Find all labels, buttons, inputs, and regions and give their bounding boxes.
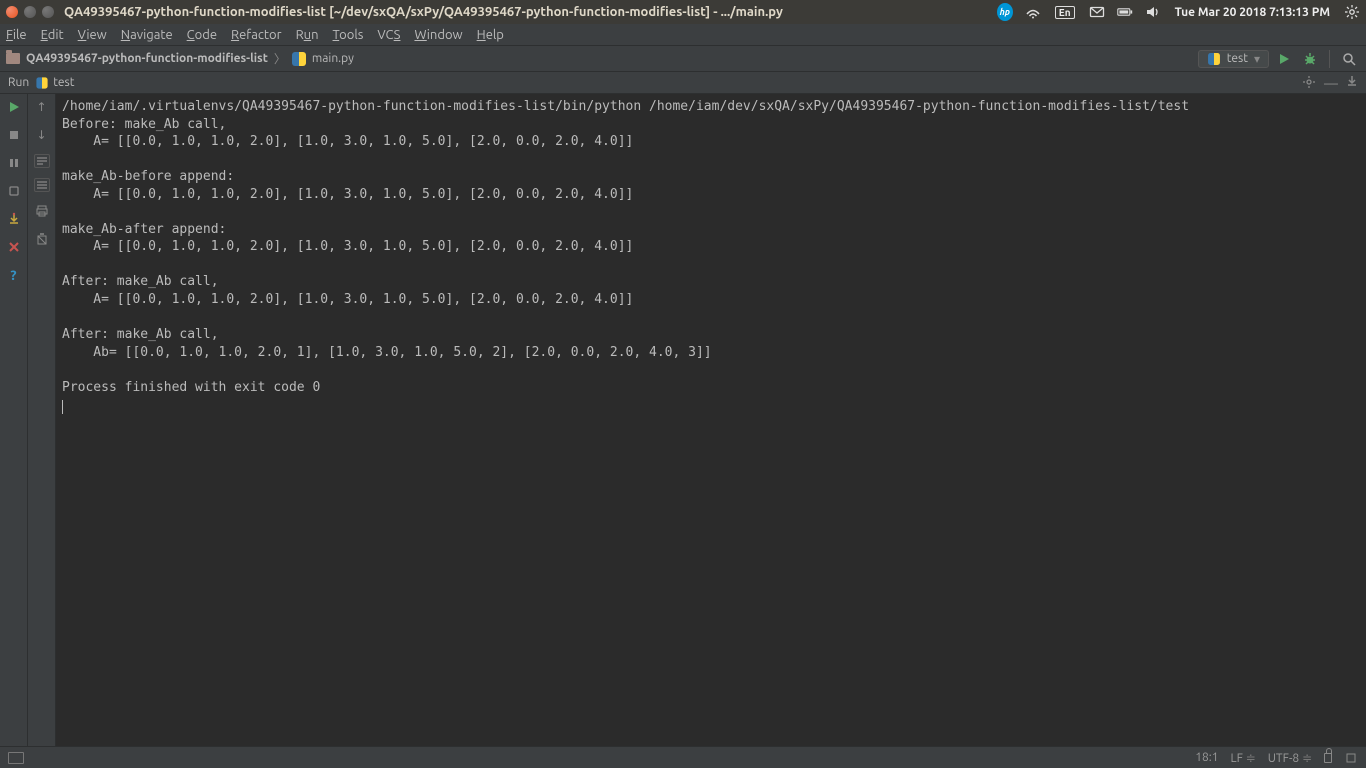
menu-vcs[interactable]: VCS (377, 28, 400, 42)
scroll-up-icon[interactable]: ↑ (33, 98, 51, 116)
system-tray: hp En Tue Mar 20 2018 7:13:13 PM (997, 4, 1360, 20)
soft-wrap-button[interactable] (34, 154, 50, 168)
menu-edit[interactable]: Edit (41, 28, 64, 42)
menu-tools[interactable]: Tools (333, 28, 364, 42)
tool-windows-toggle-icon[interactable] (8, 752, 24, 764)
run-panel-title-prefix: Run (8, 76, 29, 89)
readonly-lock-icon[interactable] (1324, 749, 1332, 766)
help-button[interactable]: ? (5, 266, 23, 284)
menu-window[interactable]: Window (414, 28, 462, 42)
os-titlebar: QA49395467-python-function-modifies-list… (0, 0, 1366, 24)
python-icon (37, 77, 48, 88)
run-panel-config-name: test (53, 76, 74, 89)
clock[interactable]: Tue Mar 20 2018 7:13:13 PM (1173, 6, 1332, 19)
file-encoding[interactable]: UTF-8 ≑ (1268, 751, 1312, 765)
hp-logo-icon[interactable]: hp (997, 4, 1013, 20)
window-close-button[interactable] (6, 6, 18, 18)
search-button[interactable] (1338, 48, 1360, 70)
run-panel-header: Run test — (0, 72, 1366, 94)
stop-button[interactable] (5, 126, 23, 144)
print-button[interactable] (33, 202, 51, 220)
battery-icon[interactable] (1117, 4, 1133, 20)
restart-button[interactable] (5, 182, 23, 200)
python-file-icon (292, 52, 306, 66)
menu-file[interactable]: File (6, 28, 27, 42)
exit-button[interactable] (5, 238, 23, 256)
status-indicator-icon[interactable] (1344, 751, 1358, 765)
wifi-icon[interactable] (1025, 4, 1041, 20)
status-bar-right: 18:1 LF ≑ UTF-8 ≑ (1195, 749, 1358, 766)
scroll-down-icon[interactable]: ↓ (33, 126, 51, 144)
run-panel-toolbar-right: — (1302, 75, 1358, 91)
mail-icon[interactable] (1089, 4, 1105, 20)
separator (1329, 50, 1330, 68)
navigation-bar: QA49395467-python-function-modifies-list… (0, 46, 1366, 72)
caret-position[interactable]: 18:1 (1195, 751, 1218, 764)
run-gutter-mid: ↑ ↓ (28, 94, 56, 746)
menu-help[interactable]: Help (477, 28, 504, 42)
menu-view[interactable]: View (78, 28, 107, 42)
console-output[interactable]: /home/iam/.virtualenvs/QA49395467-python… (56, 94, 1366, 746)
toolbar-right: test ▾ (1198, 48, 1360, 70)
run-config-label: test (1227, 52, 1248, 65)
menu-code[interactable]: Code (187, 28, 217, 42)
ide-menubar: File Edit View Navigate Code Refactor Ru… (0, 24, 1366, 46)
run-button[interactable] (1273, 48, 1295, 70)
window-buttons (6, 6, 54, 18)
debug-button[interactable] (1299, 48, 1321, 70)
folder-icon (6, 53, 20, 64)
scroll-to-end-button[interactable] (34, 178, 50, 192)
volume-icon[interactable] (1145, 4, 1161, 20)
window-minimize-button[interactable] (24, 6, 36, 18)
status-bar: 18:1 LF ≑ UTF-8 ≑ (0, 746, 1366, 768)
menu-run[interactable]: Run (296, 28, 319, 42)
breadcrumb: QA49395467-python-function-modifies-list… (6, 50, 354, 67)
clear-all-button[interactable] (33, 230, 51, 248)
keyboard-language-indicator[interactable]: En (1053, 6, 1077, 19)
run-panel-body: ? ↑ ↓ /home/iam/.virtualenvs/QA49395467-… (0, 94, 1366, 746)
chevron-down-icon: ▾ (1254, 52, 1260, 66)
breadcrumb-project[interactable]: QA49395467-python-function-modifies-list (26, 52, 268, 65)
chevron-right-icon: 〉 (274, 50, 286, 67)
dump-threads-button[interactable] (5, 210, 23, 228)
line-separator[interactable]: LF ≑ (1231, 751, 1256, 765)
pause-button[interactable] (5, 154, 23, 172)
breadcrumb-file[interactable]: main.py (312, 52, 354, 65)
minimize-panel-icon[interactable]: — (1324, 75, 1338, 91)
menu-navigate[interactable]: Navigate (121, 28, 173, 42)
python-icon (1208, 53, 1220, 65)
window-maximize-button[interactable] (42, 6, 54, 18)
run-gutter-left: ? (0, 94, 28, 746)
menu-refactor[interactable]: Refactor (231, 28, 282, 42)
rerun-button[interactable] (5, 98, 23, 116)
download-icon[interactable] (1346, 75, 1358, 91)
settings-gear-icon[interactable] (1344, 4, 1360, 20)
gear-icon[interactable] (1302, 75, 1316, 91)
window-title: QA49395467-python-function-modifies-list… (64, 5, 783, 19)
run-configuration-selector[interactable]: test ▾ (1198, 50, 1269, 68)
